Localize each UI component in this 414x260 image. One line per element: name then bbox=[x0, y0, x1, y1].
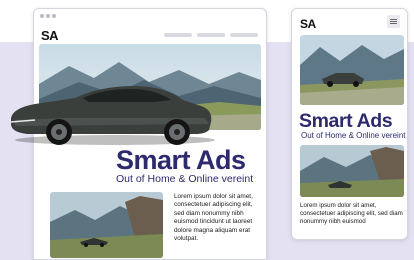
car-image bbox=[10, 86, 215, 145]
nav-item[interactable] bbox=[230, 33, 258, 37]
mobile-content-image bbox=[300, 145, 404, 197]
menu-icon[interactable] bbox=[387, 15, 400, 28]
hero-headline: Smart Ads bbox=[116, 145, 246, 175]
brand-logo[interactable]: SA bbox=[41, 28, 59, 43]
mobile-mockup: SA Smart Ads Out of Home & Online verein… bbox=[291, 8, 408, 240]
nav-item[interactable] bbox=[197, 33, 225, 37]
nav-item[interactable] bbox=[164, 33, 192, 37]
brand-logo[interactable]: SA bbox=[300, 17, 316, 31]
hero-subline: Out of Home & Online vereint bbox=[116, 173, 254, 185]
mobile-hero-image bbox=[300, 35, 404, 105]
window-dot-icon bbox=[40, 14, 44, 18]
content-landscape-image bbox=[50, 192, 163, 258]
browser-title-bar bbox=[34, 9, 266, 23]
hero-subline: Out of Home & Online vereint bbox=[301, 131, 406, 140]
body-paragraph: Lorem ipsum dolor sit amet, consectetuer… bbox=[300, 202, 403, 226]
window-dot-icon bbox=[46, 14, 50, 18]
window-dot-icon bbox=[52, 14, 56, 18]
body-paragraph: Lorem ipsum dolor sit amet, consectetuer… bbox=[174, 193, 253, 243]
hero-headline: Smart Ads bbox=[299, 110, 393, 132]
